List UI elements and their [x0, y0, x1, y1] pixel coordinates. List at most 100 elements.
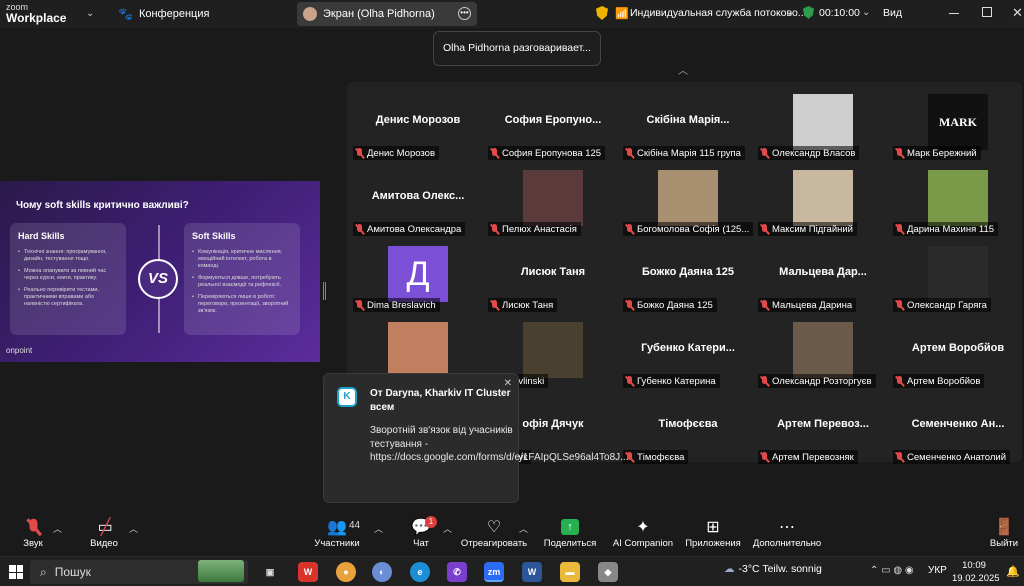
participant-label: Амитова Олександра: [353, 222, 466, 236]
participant-tile[interactable]: Олександр Власов: [756, 86, 890, 161]
share-button[interactable]: ↑ Поделиться: [542, 516, 598, 549]
participant-tile[interactable]: Лисюк Таня Лисюк Таня: [486, 238, 620, 313]
participant-tile[interactable]: Семенченко Ан... Семенченко Анатолий: [891, 390, 1024, 465]
clock[interactable]: 10:09 19.02.2025: [952, 559, 1000, 585]
chevron-up-icon[interactable]: ︿: [53, 522, 62, 535]
participant-avatar: Д: [388, 246, 448, 302]
notification-bell-icon[interactable]: 🔔: [1006, 565, 1020, 578]
splitter-handle[interactable]: [323, 282, 326, 300]
mic-muted-icon: [760, 300, 769, 311]
participant-name: Лисюк Таня: [520, 266, 586, 278]
participant-name: Артем Воробйов: [911, 342, 1005, 354]
share-screen-icon: ↑: [561, 519, 579, 535]
close-button[interactable]: ✕: [1012, 5, 1023, 21]
participant-photo: [658, 170, 718, 226]
participant-tile[interactable]: Максим Підгайний: [756, 162, 890, 237]
exit-button[interactable]: 🚪 Выйти: [988, 516, 1020, 549]
file-explorer-icon[interactable]: ▬: [560, 562, 580, 582]
zoom-logo: zoom Workplace: [6, 2, 67, 25]
participant-tile[interactable]: Тімофєєва Тімофєєва: [621, 390, 755, 465]
react-button[interactable]: ♡ Отреагировать: [460, 516, 528, 549]
participant-tile[interactable]: София Еропуно... София Еропунова 125: [486, 86, 620, 161]
chevron-up-icon[interactable]: ︿: [678, 62, 688, 77]
chevron-down-icon[interactable]: ⌄: [786, 7, 794, 18]
participant-tile[interactable]: Амитова Олекс... Амитова Олександра: [351, 162, 485, 237]
participant-tile[interactable]: Олександр Розторгуєв: [756, 314, 890, 389]
shield-icon[interactable]: [596, 6, 608, 20]
maximize-button[interactable]: [982, 7, 992, 17]
minimize-button[interactable]: [949, 13, 959, 14]
participant-tile[interactable]: Губенко Катери... Губенко Катерина: [621, 314, 755, 389]
participant-tile[interactable]: Денис Морозов Денис Морозов: [351, 86, 485, 161]
chevron-down-icon[interactable]: ⌄: [86, 8, 94, 19]
chrome-icon[interactable]: ●: [336, 562, 356, 582]
participant-name: Губенко Катери...: [641, 342, 735, 354]
participant-tile[interactable]: Олександр Гаряга: [891, 238, 1024, 313]
video-button[interactable]: ▭ ╱ Видео: [86, 516, 122, 549]
chevron-up-icon[interactable]: ︿: [129, 522, 138, 535]
participant-tile[interactable]: MARK Марк Бережний: [891, 86, 1024, 161]
participant-name: Скібіна Марія...: [646, 114, 730, 126]
chevron-up-icon[interactable]: ︿: [374, 522, 383, 535]
mic-muted-icon: [760, 376, 769, 387]
system-tray-icons[interactable]: ⌃ ▭ ◍ ◉: [870, 565, 914, 576]
mic-off-icon: [18, 516, 48, 538]
screen-share-pill[interactable]: Экран (Olha Pidhorna) •••: [297, 2, 477, 26]
chevron-up-icon[interactable]: ︿: [443, 522, 452, 535]
wps-icon[interactable]: W: [298, 562, 318, 582]
participant-name: Мальцева Дар...: [779, 266, 867, 278]
participant-photo: [928, 246, 988, 302]
streaming-service-label[interactable]: Индивидуальная служба потоково...: [630, 7, 807, 19]
participants-count: 44: [349, 520, 361, 531]
participant-label: София Еропунова 125: [488, 146, 606, 160]
mic-muted-icon: [490, 300, 499, 311]
participant-tile[interactable]: Д Dima Breslavich: [351, 238, 485, 313]
slide-title: Чому soft skills критично важливі?: [16, 200, 189, 211]
participant-label: Олександр Розторгуєв: [758, 374, 876, 388]
mic-muted-icon: [760, 224, 769, 235]
meeting-toolbar: Звук ︿ ▭ ╱ Видео ︿ 👥 Участники 44 ︿ 💬 Чат…: [0, 510, 1024, 556]
participant-tile[interactable]: Мальцева Дар... Мальцева Дарина: [756, 238, 890, 313]
chevron-up-icon[interactable]: ︿: [519, 522, 528, 535]
participant-tile[interactable]: Скібіна Марія... Скібіна Марія 115 група: [621, 86, 755, 161]
participant-tile[interactable]: Божко Даяна 125 Божко Даяна 125: [621, 238, 755, 313]
ai-companion-button[interactable]: ✦ AI Companion: [612, 516, 674, 549]
viber-icon[interactable]: ✆: [447, 562, 467, 582]
browser-icon[interactable]: ◐: [372, 562, 392, 582]
more-button[interactable]: ⋯ Дополнительно: [752, 516, 822, 549]
notification-sender: От Daryna, Kharkiv IT Cluster всем: [370, 388, 511, 413]
participant-label: Олександр Власов: [758, 146, 860, 160]
language-indicator[interactable]: УКР: [928, 565, 947, 576]
participant-label: Мальцева Дарина: [758, 298, 857, 312]
participant-tile[interactable]: Артем Воробйов Артем Воробйов: [891, 314, 1024, 389]
mic-muted-icon: [490, 224, 499, 235]
edge-icon[interactable]: e: [410, 562, 430, 582]
windows-start-icon[interactable]: [9, 565, 23, 579]
app-icon[interactable]: ◆: [598, 562, 618, 582]
chat-notification[interactable]: K От Daryna, Kharkiv IT Cluster всем ✕ З…: [323, 373, 629, 503]
participant-photo: [523, 322, 583, 378]
chevron-down-icon[interactable]: ⌄: [862, 7, 870, 18]
apps-button[interactable]: ⊞ Приложения: [684, 516, 742, 549]
participant-photo: MARK: [928, 94, 988, 150]
notification-message: Зворотній зв'язок від учасників тестуван…: [370, 425, 629, 463]
more-icon[interactable]: •••: [458, 7, 471, 20]
participant-label: Dima Breslavich: [353, 298, 440, 312]
audio-button[interactable]: Звук: [18, 516, 48, 549]
slide-logo: onpoint: [6, 346, 33, 355]
participant-tile[interactable]: Богомолова Софія (125...: [621, 162, 755, 237]
mic-muted-icon: [895, 224, 904, 235]
participant-label: Артем Перевозняк: [758, 450, 858, 464]
participant-tile[interactable]: Пелюх Анастасія: [486, 162, 620, 237]
chat-badge: 1: [425, 516, 437, 528]
meeting-menu[interactable]: 🐾 Конференция: [118, 7, 209, 21]
participant-tile[interactable]: Дарина Махиня 115: [891, 162, 1024, 237]
task-view-icon[interactable]: ▣: [260, 562, 280, 582]
participant-tile[interactable]: Артем Перевоз... Артем Перевозняк: [756, 390, 890, 465]
word-icon[interactable]: W: [522, 562, 542, 582]
weather-widget[interactable]: ☁ -3°C Teilw. sonnig: [724, 563, 822, 575]
exit-icon: 🚪: [994, 519, 1014, 536]
close-icon[interactable]: ✕: [504, 378, 512, 389]
zoom-taskbar-icon[interactable]: zm: [484, 562, 504, 582]
view-button[interactable]: Вид: [883, 7, 902, 19]
